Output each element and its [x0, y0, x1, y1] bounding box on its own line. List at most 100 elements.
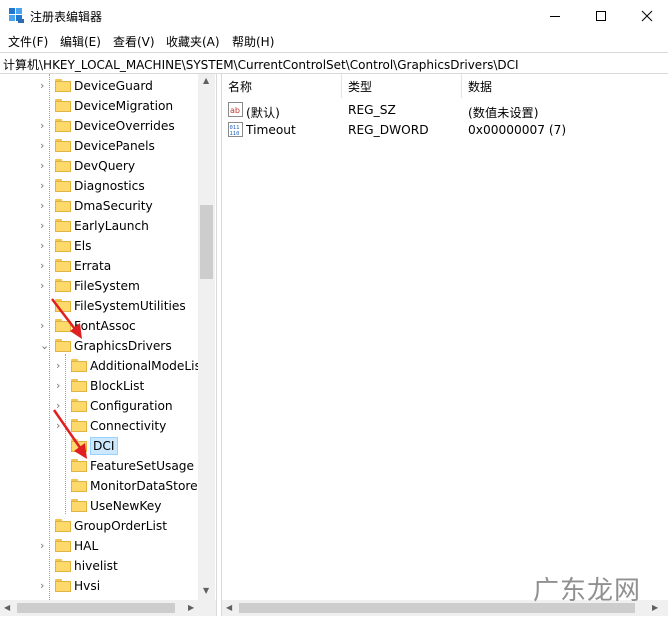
chevron-right-icon[interactable]: ›: [40, 259, 49, 272]
scroll-down-icon[interactable]: ▼: [203, 586, 209, 595]
tree-node[interactable]: › AdditionalModeLis: [0, 356, 201, 376]
folder-icon: [55, 179, 71, 192]
tree-node-label: Diagnostics: [74, 179, 145, 193]
tree-node[interactable]: › Hvsi: [0, 576, 198, 596]
menu-view[interactable]: 查看(V): [113, 33, 155, 50]
value-type: REG_SZ: [348, 103, 396, 117]
tree-node-label: Hvsi: [74, 579, 101, 593]
menu-edit[interactable]: 编辑(E): [60, 33, 101, 50]
tree-node-label: DeviceMigration: [74, 99, 174, 113]
tree-node[interactable]: UseNewKey: [0, 496, 198, 516]
tree-node-label: FileSystem: [74, 279, 140, 293]
maximize-icon: [596, 10, 606, 21]
regedit-icon: [9, 8, 24, 23]
tree-node[interactable]: › DevQuery: [0, 156, 198, 176]
folder-icon: [55, 519, 71, 532]
chevron-right-icon[interactable]: ›: [40, 239, 49, 252]
window-title: 注册表编辑器: [30, 10, 103, 24]
scroll-left-icon[interactable]: ◀: [4, 603, 10, 612]
address-bar[interactable]: 计算机\HKEY_LOCAL_MACHINE\SYSTEM\CurrentCon…: [0, 52, 668, 74]
tree-node-label: DeviceOverrides: [74, 119, 175, 133]
scroll-up-icon[interactable]: ▲: [203, 76, 209, 85]
watermark-logo: 广东龙网: [533, 576, 642, 606]
tree-vertical-scrollbar[interactable]: ▲ ▼: [198, 74, 215, 600]
tree-horizontal-scrollbar[interactable]: ◀ ▶: [0, 600, 216, 616]
tree-node[interactable]: › Els: [0, 236, 198, 256]
tree-node-label: DevicePanels: [74, 139, 155, 153]
tree-node[interactable]: MonitorDataStore: [0, 476, 198, 496]
folder-icon: [55, 559, 71, 572]
tree-node[interactable]: › EarlyLaunch: [0, 216, 198, 236]
chevron-right-icon[interactable]: ›: [40, 539, 49, 552]
menu-help[interactable]: 帮助(H): [232, 33, 274, 50]
tree-node-label: AdditionalModeLis: [90, 359, 201, 373]
tree-node-label: FeatureSetUsage: [90, 459, 195, 473]
tree-node[interactable]: › FontAssoc: [0, 316, 198, 336]
folder-icon: [55, 219, 71, 232]
tree-node[interactable]: DeviceMigration: [0, 96, 198, 116]
column-name-header[interactable]: 名称: [222, 74, 342, 98]
folder-icon: [55, 99, 71, 112]
scroll-right-icon[interactable]: ▶: [188, 603, 194, 612]
chevron-right-icon[interactable]: ›: [40, 279, 49, 292]
column-data-header[interactable]: 数据: [462, 74, 668, 98]
tree-node[interactable]: › Configuration: [0, 396, 198, 416]
tree-scroll-thumb[interactable]: [200, 205, 213, 279]
chevron-right-icon[interactable]: ›: [40, 139, 49, 152]
folder-icon: [55, 119, 71, 132]
value-list: 名称 类型 数据 ab (默认) REG_SZ (数值未设置) 011 110 …: [222, 74, 668, 600]
minimize-button[interactable]: [532, 0, 578, 31]
tree-node[interactable]: › DmaSecurity: [0, 196, 198, 216]
chevron-right-icon[interactable]: ›: [40, 79, 49, 92]
tree-node[interactable]: › BlockList: [0, 376, 198, 396]
svg-text:ab: ab: [230, 106, 240, 115]
annotation-arrow-icon: [52, 409, 87, 459]
tree-node-label: MonitorDataStore: [90, 479, 198, 493]
tree-node[interactable]: › Diagnostics: [0, 176, 198, 196]
address-path[interactable]: 计算机\HKEY_LOCAL_MACHINE\SYSTEM\CurrentCon…: [3, 56, 519, 73]
tree-node[interactable]: › Connectivity: [0, 416, 198, 436]
column-name-label: 名称: [228, 79, 253, 94]
value-name: Timeout: [246, 123, 296, 137]
tree-node[interactable]: FileSystemUtilities: [0, 296, 198, 316]
column-type-header[interactable]: 类型: [342, 74, 462, 98]
tree-node[interactable]: DCI: [0, 436, 198, 456]
value-name: (默认): [246, 106, 280, 120]
key-tree: › DeviceGuard DeviceMigration › DeviceOverri…: [0, 74, 216, 600]
menu-file[interactable]: 文件(F): [8, 33, 48, 50]
folder-icon: [55, 259, 71, 272]
chevron-right-icon[interactable]: ›: [40, 179, 49, 192]
tree-hscroll-thumb[interactable]: [17, 603, 175, 613]
tree-node[interactable]: hivelist: [0, 556, 198, 576]
chevron-right-icon[interactable]: ›: [40, 219, 49, 232]
close-button[interactable]: [624, 0, 670, 31]
folder-icon: [55, 239, 71, 252]
chevron-right-icon[interactable]: ›: [40, 119, 49, 132]
tree-node[interactable]: › DevicePanels: [0, 136, 198, 156]
tree-node[interactable]: › HAL: [0, 536, 198, 556]
menu-bar: 文件(F) 编辑(E) 查看(V) 收藏夹(A) 帮助(H): [0, 31, 670, 51]
scroll-right-icon[interactable]: ▶: [652, 603, 658, 612]
folder-icon: [55, 539, 71, 552]
tree-node[interactable]: › FileSystem: [0, 276, 198, 296]
chevron-right-icon[interactable]: ›: [40, 199, 49, 212]
scroll-left-icon[interactable]: ◀: [226, 603, 232, 612]
tree-node-label: HAL: [74, 539, 99, 553]
chevron-right-icon[interactable]: ›: [40, 159, 49, 172]
value-row[interactable]: ab (默认) REG_SZ (数值未设置): [222, 100, 668, 120]
chevron-right-icon[interactable]: ›: [40, 579, 49, 592]
tree-node[interactable]: › Errata: [0, 256, 198, 276]
chevron-right-icon[interactable]: ›: [56, 379, 65, 392]
value-row[interactable]: 011 110 Timeout REG_DWORD 0x00000007 (7): [222, 120, 668, 140]
chevron-right-icon[interactable]: ›: [56, 359, 65, 372]
svg-text:110: 110: [230, 131, 240, 137]
tree-node[interactable]: FeatureSetUsage: [0, 456, 198, 476]
tree-node[interactable]: GroupOrderList: [0, 516, 198, 536]
tree-node[interactable]: › DeviceGuard: [0, 76, 198, 96]
tree-node[interactable]: › DeviceOverrides: [0, 116, 198, 136]
menu-favorites[interactable]: 收藏夹(A): [166, 33, 220, 50]
tree-node-label: Errata: [74, 259, 112, 273]
tree-node-label: GraphicsDrivers: [74, 339, 172, 353]
tree-node[interactable]: ⌄ GraphicsDrivers: [0, 336, 198, 356]
maximize-button[interactable]: [578, 0, 624, 31]
